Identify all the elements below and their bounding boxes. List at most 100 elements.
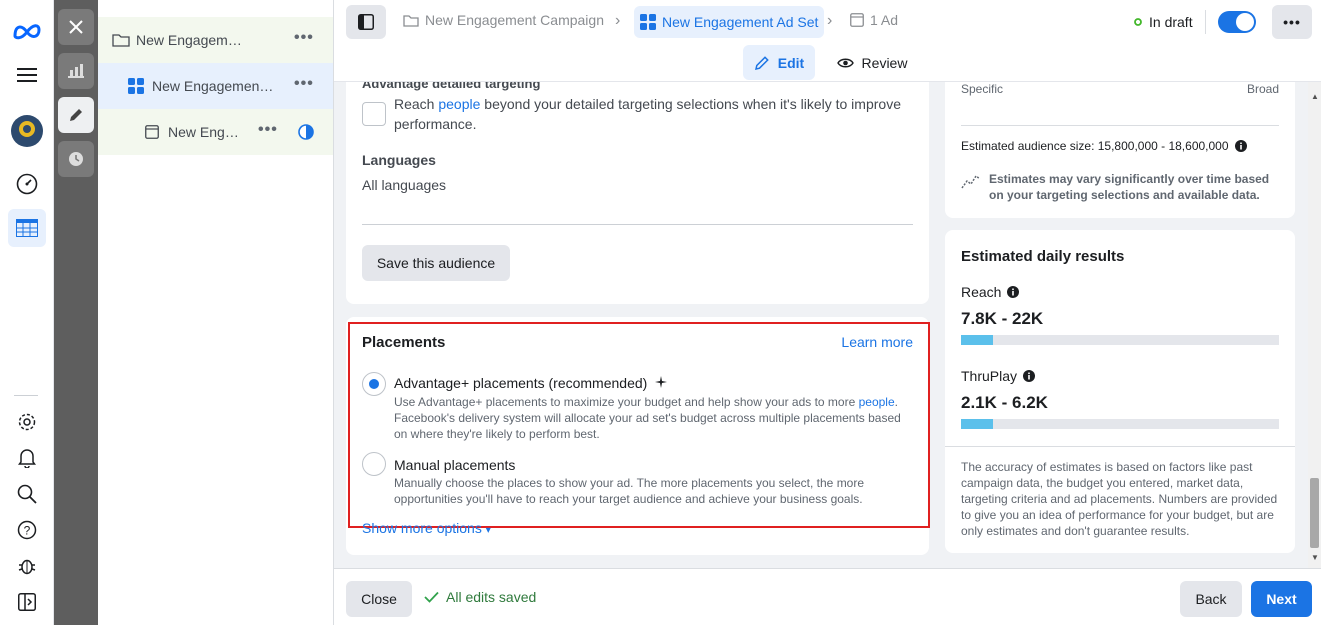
info-icon [1007,286,1020,298]
rail-divider [14,395,38,396]
bug-report-icon[interactable] [8,547,46,585]
save-status: All edits saved [424,589,536,605]
audience-card: Advantage detailed targeting Reach peopl… [346,82,929,304]
learn-more-link[interactable]: Learn more [841,334,913,350]
results-divider [945,446,1295,447]
show-more-options-link[interactable]: Show more options ▾ [362,520,491,536]
chevron-down-icon: ▾ [485,525,491,536]
audience-broad-label: Broad [1246,82,1279,96]
ads-manager-table-icon[interactable] [8,209,46,247]
expand-audience-checkbox[interactable] [362,102,386,126]
edit-mode-button[interactable] [58,97,94,133]
estimate-note: Estimates may vary significantly over ti… [989,172,1270,202]
app-rail: ? [0,0,54,625]
menu-icon[interactable] [8,56,46,94]
mode-tabs-bar: Edit Review [334,44,1321,82]
toggle-knob [1236,13,1254,31]
ad-page-icon [850,13,864,27]
breadcrumb-campaign-label: New Engagement Campaign [425,12,604,28]
audience-size-card: Specific Broad Estimated audience size: … [945,82,1295,218]
breadcrumb-ad-label: 1 Ad [870,12,899,28]
trend-icon [961,174,981,189]
more-horizontal-icon: ••• [1283,14,1301,30]
breadcrumb-campaign[interactable]: New Engagement Campaign [403,12,604,28]
help-icon[interactable]: ? [8,511,46,549]
info-icon [1023,370,1036,382]
campaign-tree: New Engagement Campaign ••• New Engageme… [98,0,334,625]
breadcrumb-adset[interactable]: New Engagement Ad Set [634,6,825,38]
scroll-down-arrow-icon[interactable]: ▼ [1311,553,1319,562]
adset-grid-icon [640,14,656,30]
reach-label: Reach [961,284,1002,300]
eye-icon [836,58,854,67]
pencil-icon [70,109,82,121]
more-options-button[interactable]: ••• [1272,5,1312,39]
history-button[interactable] [58,141,94,177]
daily-results-title: Estimated daily results [961,248,1125,265]
bar-chart-icon [68,64,84,78]
thruplay-value: 2.1K - 6.2K [961,393,1048,412]
advantage-placements-radio[interactable] [362,372,386,396]
languages-label: Languages [362,152,436,168]
thruplay-range-fill [961,419,993,429]
svg-text:?: ? [24,524,31,538]
adset-more-icon[interactable]: ••• [294,75,314,93]
tab-review[interactable]: Review [834,45,910,80]
campaign-more-icon[interactable]: ••• [294,29,314,47]
languages-value[interactable]: All languages [362,177,446,193]
close-icon [69,20,83,34]
ad-more-icon[interactable]: ••• [258,121,278,139]
breadcrumb-ad[interactable]: 1 Ad [850,12,898,28]
people-link[interactable]: people [859,395,895,409]
tool-column [54,0,98,625]
advantage-placements-label: Advantage+ placements (recommended) [394,375,648,391]
info-icon [1234,140,1247,152]
meta-logo-icon[interactable] [8,12,46,50]
manual-placements-description: Manually choose the places to show your … [394,476,865,506]
campaign-on-off-toggle[interactable] [1218,11,1256,33]
people-link[interactable]: people [438,96,480,112]
ad-page-icon [145,125,159,139]
expand-text-pre: Reach [394,96,435,112]
manual-placements-label[interactable]: Manual placements [394,457,515,473]
detailed-targeting-heading: Advantage detailed targeting [362,82,541,91]
half-complete-status-icon [298,124,314,140]
placements-title: Placements [362,334,446,351]
pencil-icon [754,55,769,70]
manual-placements-radio[interactable] [362,452,386,476]
side-panel-toggle-icon[interactable] [8,583,46,621]
save-audience-button[interactable]: Save this audience [362,245,510,281]
reach-label-row: Reach [961,284,1020,300]
thruplay-range-bar [961,419,1279,429]
search-icon[interactable] [8,475,46,513]
notifications-bell-icon[interactable] [8,439,46,477]
tree-row-campaign[interactable]: New Engagement Campaign ••• [98,17,333,63]
tree-row-adset[interactable]: New Engagement Ad Set ••• [98,63,333,109]
charts-button[interactable] [58,53,94,89]
draft-status-label: In draft [1149,14,1193,30]
sparkle-icon [655,376,668,388]
scrollbar-thumb[interactable] [1310,478,1319,548]
reach-range-bar [961,335,1279,345]
advantage-placements-option[interactable]: Advantage+ placements (recommended) [394,375,668,391]
dashboard-icon[interactable] [8,165,46,203]
tree-row-ad[interactable]: New Engagement Ad ••• [98,109,333,155]
audience-specific-label: Specific [961,82,1004,96]
account-avatar[interactable] [8,112,46,150]
folder-icon [112,34,130,47]
close-editor-button[interactable] [58,9,94,45]
reach-range-fill [961,335,993,345]
thruplay-label-row: ThruPlay [961,368,1036,384]
settings-gear-icon[interactable] [8,403,46,441]
tab-edit[interactable]: Edit [743,45,815,80]
toggle-tree-button[interactable] [346,5,386,39]
tree-campaign-label: New Engagement Campaign [136,32,249,48]
next-button[interactable]: Next [1251,581,1312,617]
advantage-placements-description: Use Advantage+ placements to maximize yo… [394,394,909,442]
header-divider [1205,10,1206,34]
estimated-audience-size-text: Estimated audience size: 15,800,000 - 18… [961,139,1229,153]
back-button[interactable]: Back [1180,581,1242,617]
tab-edit-label: Edit [777,54,805,71]
scroll-up-arrow-icon[interactable]: ▲ [1311,92,1319,101]
close-button[interactable]: Close [346,581,412,617]
